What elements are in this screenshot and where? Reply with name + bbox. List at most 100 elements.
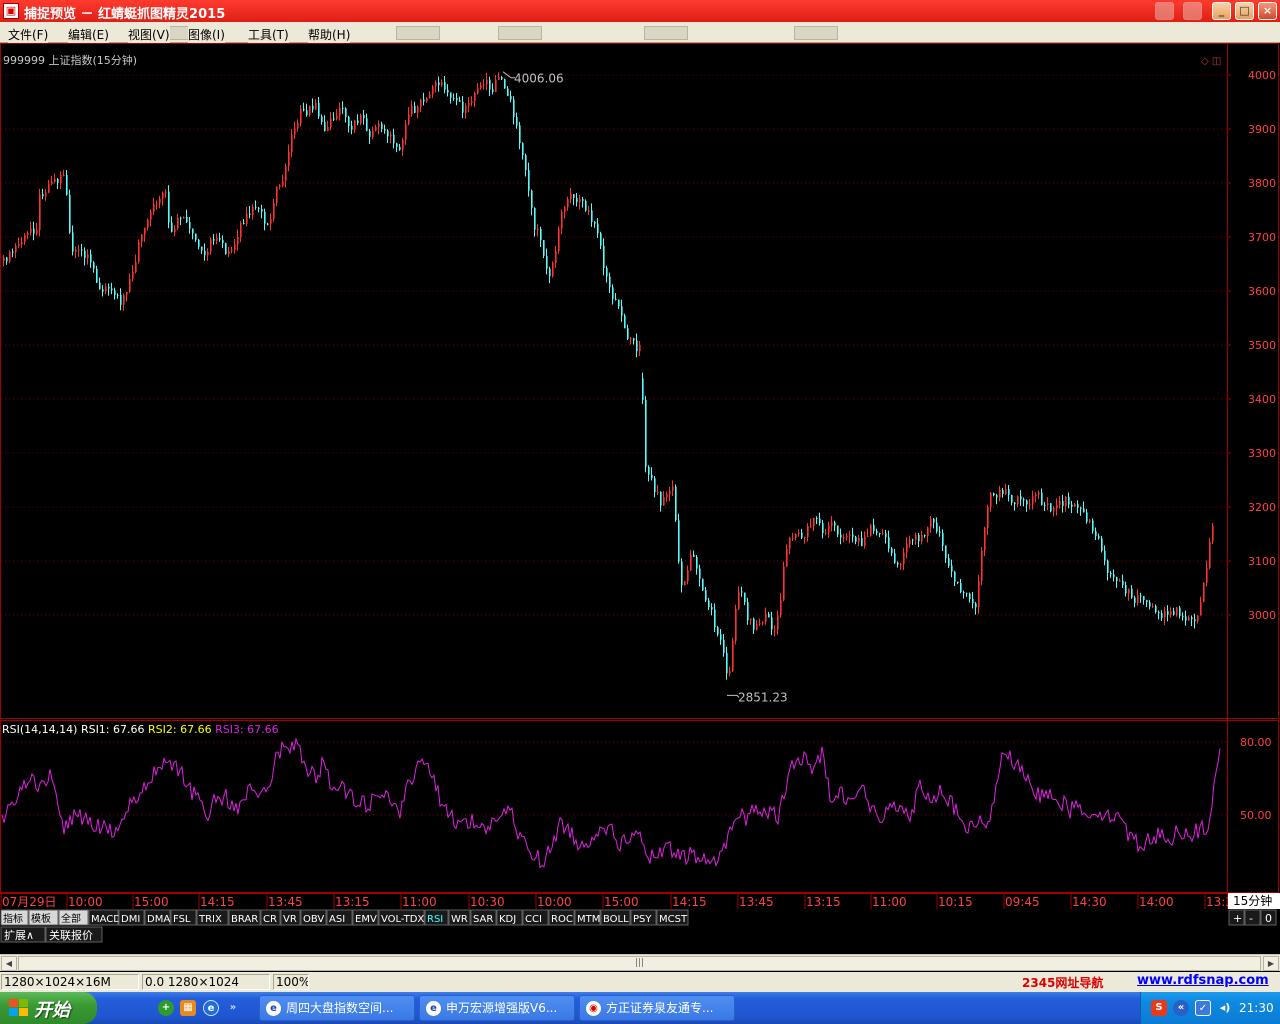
close-button[interactable]: × <box>1258 2 1277 20</box>
indicator-tab-wr[interactable]: WR <box>451 914 468 925</box>
rsi-legend-series-2: RSI2: 67.66 <box>148 723 215 736</box>
indicator-tab-kdj[interactable]: KDJ <box>499 914 516 925</box>
candle-up-body <box>1176 607 1178 615</box>
indicator-tab-emv[interactable]: EMV <box>355 914 377 925</box>
volume-icon[interactable]: ◂) <box>1215 1000 1235 1016</box>
candle-up-body <box>786 548 788 567</box>
candle-down-body <box>918 534 920 542</box>
candle-up-body <box>915 534 917 541</box>
candle-up-body <box>210 239 212 252</box>
window-title-bar[interactable]: ▣ 捕捉预览 － 红蜻蜓抓图精灵2015 _ □ × <box>0 0 1280 22</box>
time-axis-label: 14:15 <box>672 895 707 909</box>
indicator-tab-boll[interactable]: BOLL <box>603 914 629 925</box>
zoom-button[interactable]: + <box>1233 912 1242 925</box>
scroll-left-arrow-icon[interactable]: ◀ <box>1 956 17 971</box>
candle-down-body <box>771 617 773 630</box>
horizontal-scrollbar[interactable]: ◀ ||| ▶ <box>0 954 1280 971</box>
indicator-tab-全部[interactable]: 全部 <box>61 912 81 925</box>
candle-down-body <box>453 97 455 99</box>
indicator-tab-macd[interactable]: MACD <box>91 914 121 925</box>
quicklaunch-app-icon[interactable]: + <box>158 1000 174 1016</box>
candle-down-body <box>1008 488 1010 495</box>
candle-up-body <box>1206 568 1208 583</box>
indicator-tab-dmi[interactable]: DMI <box>121 914 140 925</box>
candle-down-body <box>624 315 626 329</box>
indicator-tab-psy[interactable]: PSY <box>633 914 652 925</box>
menu-tools[interactable]: 工具(T) <box>248 26 289 43</box>
indicator-tab-sar[interactable]: SAR <box>473 914 493 925</box>
app-icon[interactable]: ▣ <box>3 3 19 19</box>
ad-link-rdfsnap[interactable]: www.rdfsnap.com <box>1137 973 1269 988</box>
bottom-tab-1[interactable]: 扩展∧ <box>4 928 34 942</box>
ad-link-2345[interactable]: 2345网址导航 <box>1022 974 1103 991</box>
price-tick-label: 3800 <box>1248 177 1276 190</box>
indicator-tab-fsl[interactable]: FSL <box>173 914 191 925</box>
maximize-button[interactable]: □ <box>1235 2 1254 20</box>
indicator-tab-obv[interactable]: OBV <box>303 914 324 925</box>
candle-down-body <box>1023 499 1025 501</box>
indicator-tab-vr[interactable]: VR <box>283 914 297 925</box>
candle-up-body <box>279 185 281 187</box>
bottom-tab-2[interactable]: 关联报价 <box>49 928 93 942</box>
tray-expand-icon[interactable]: « <box>1173 1000 1189 1016</box>
candle-up-body <box>45 192 47 197</box>
candle-down-body <box>897 562 899 565</box>
indicator-tab-rsi[interactable]: RSI <box>427 914 443 925</box>
candle-up-body <box>900 564 902 566</box>
founder-app-icon: ◉ <box>586 1001 601 1016</box>
window-title: 捕捉预览 － 红蜻蜓抓图精灵2015 <box>24 7 226 22</box>
candle-up-body <box>207 251 209 256</box>
indicator-tab-vol-tdx[interactable]: VOL-TDX <box>381 914 424 925</box>
quicklaunch-desktop-icon[interactable]: ▦ <box>180 1000 196 1016</box>
candle-up-body <box>1059 500 1061 505</box>
indicator-tab-指标[interactable]: 指标 <box>3 912 23 925</box>
security-shield-icon[interactable]: ✓ <box>1195 1000 1211 1016</box>
candle-down-body <box>603 245 605 268</box>
indicator-tab-dma[interactable]: DMA <box>147 914 170 925</box>
candle-down-body <box>636 340 638 352</box>
candle-down-body <box>1014 502 1016 504</box>
taskbar-item-1[interactable]: e 周四大盘指数空间... <box>259 995 415 1021</box>
candle-down-body <box>627 328 629 339</box>
menu-view[interactable]: 视图(V) <box>128 26 170 43</box>
candle-up-body <box>378 123 380 127</box>
menu-edit[interactable]: 编辑(E) <box>68 26 109 43</box>
taskbar-item-2[interactable]: e 申万宏源增强版V6... <box>419 995 575 1021</box>
candle-up-body <box>1170 611 1172 615</box>
quicklaunch-overflow-icon[interactable]: » <box>228 1000 238 1016</box>
candle-down-body <box>1173 611 1175 615</box>
indicator-tab-mtm[interactable]: MTM <box>577 914 600 925</box>
time-axis-label: 15:00 <box>604 895 639 909</box>
candle-down-body <box>717 627 719 635</box>
candle-up-body <box>354 120 356 130</box>
candle-down-body <box>585 200 587 211</box>
indicator-tab-cr[interactable]: CR <box>263 914 277 925</box>
scroll-right-arrow-icon[interactable]: ▶ <box>1263 956 1279 971</box>
quicklaunch-browser-icon[interactable]: e <box>203 1000 219 1016</box>
input-method-icon[interactable]: S <box>1151 1000 1167 1016</box>
zoom-button[interactable]: - <box>1249 912 1253 925</box>
menu-image[interactable]: 图像(I) <box>188 26 225 43</box>
indicator-tab-trix[interactable]: TRIX <box>198 914 222 925</box>
scroll-thumb[interactable]: ||| <box>18 956 1261 971</box>
candle-up-body <box>162 192 164 199</box>
candle-down-body <box>834 522 836 526</box>
candle-up-body <box>864 536 866 546</box>
zoom-button[interactable]: 0 <box>1265 912 1272 925</box>
indicator-tab-brar[interactable]: BRAR <box>231 914 258 925</box>
candle-down-body <box>423 99 425 102</box>
indicator-tab-模板[interactable]: 模板 <box>31 912 51 925</box>
start-button[interactable]: 开始 <box>0 992 97 1024</box>
candle-up-body <box>360 115 362 124</box>
indicator-tab-mcst[interactable]: MCST <box>659 914 688 925</box>
indicator-tab-asi[interactable]: ASI <box>329 914 345 925</box>
stock-chart[interactable]: 4000 3900 3800 3700 3600 3500 3400 3300 3200 3100… <box>0 43 1280 944</box>
candle-up-body <box>1032 496 1034 504</box>
menu-help[interactable]: 帮助(H) <box>308 26 351 43</box>
indicator-tab-cci[interactable]: CCI <box>525 914 542 925</box>
indicator-tab-roc[interactable]: ROC <box>551 914 573 925</box>
taskbar-item-3[interactable]: ◉ 方正证券泉友通专... <box>579 995 735 1021</box>
ghost-toolbar-button <box>498 26 542 40</box>
menu-file[interactable]: 文件(F) <box>8 26 49 43</box>
minimize-button[interactable]: _ <box>1212 2 1231 20</box>
